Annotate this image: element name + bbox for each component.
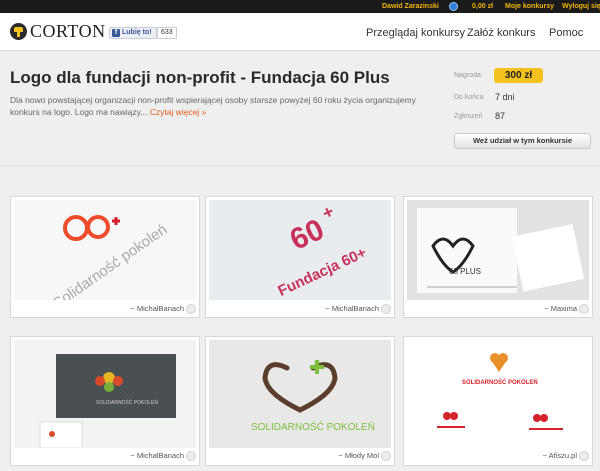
entry-author[interactable]: ~ Maxima (544, 304, 577, 314)
heart-icon[interactable] (579, 451, 589, 461)
entry-thumbnail[interactable]: 60 PLUS (407, 200, 589, 300)
entries-grid: Solidarność pokoleń ~ MichalBanach 60 + … (0, 165, 600, 471)
heart-icon[interactable] (186, 451, 196, 461)
balance-link[interactable]: 0,00 zł (472, 1, 493, 12)
entry-author[interactable]: ~ Afiszu.pl (543, 451, 577, 461)
entry-card[interactable]: Solidarność pokoleń ~ MichalBanach (10, 196, 200, 318)
heart-icon[interactable] (186, 304, 196, 314)
entry-card[interactable]: SOLIDARNOŚĆ POKOLEŃ ~ MichalBanach (10, 336, 200, 466)
logo-icon[interactable] (10, 23, 27, 40)
entry-thumbnail[interactable]: 60 + Fundacja 60+ (209, 200, 391, 300)
entry-thumbnail[interactable]: SOLIDARNOŚĆ POKOLEŃ (407, 340, 589, 448)
prize-label: Nagroda (454, 72, 481, 79)
logout-link[interactable]: Wyloguj się (562, 1, 600, 12)
heart-icon[interactable] (381, 304, 391, 314)
entry-thumbnail[interactable]: SOLIDARNOŚĆ POKOLEŃ (209, 340, 391, 448)
entry-card[interactable]: 60 PLUS ~ Maxima (403, 196, 593, 318)
contest-title: Logo dla fundacji non-profit - Fundacja … (10, 68, 390, 87)
entry-design-text: 60 PLUS (449, 267, 481, 276)
contest-description: Dla nowo powstającej organizacji non-pro… (10, 94, 440, 118)
contest-description-text: Dla nowo powstającej organizacji non-pro… (10, 95, 416, 117)
entry-card[interactable]: SOLIDARNOŚĆ POKOLEŃ ~ Afiszu.pl (403, 336, 593, 466)
time-left-label: Do końca (454, 94, 484, 101)
entry-author[interactable]: ~ MichalBanach (325, 304, 379, 314)
heart-icon[interactable] (381, 451, 391, 461)
time-left-value: 7 dni (495, 92, 515, 102)
heart-icon[interactable] (579, 304, 589, 314)
site-header: CORTON Lubię to! 633 Przeglądaj konkursy… (0, 13, 600, 51)
top-bar: Dawid Zarazinski 0,00 zł Moje konkursy W… (0, 0, 600, 13)
nav-help[interactable]: Pomoc (549, 26, 583, 40)
facebook-like-count: 633 (157, 27, 177, 39)
facebook-like-button[interactable]: Lubię to! (109, 27, 157, 39)
my-contests-link[interactable]: Moje konkursy (505, 1, 554, 12)
entry-author[interactable]: ~ MichalBanach (130, 304, 184, 314)
user-name-link[interactable]: Dawid Zarazinski (382, 1, 439, 12)
logo-text[interactable]: CORTON (30, 21, 106, 41)
entry-thumbnail[interactable]: Solidarność pokoleń (14, 200, 196, 300)
entry-card[interactable]: SOLIDARNOŚĆ POKOLEŃ ~ Młody Mol (205, 336, 395, 466)
entries-value: 87 (495, 111, 506, 121)
entry-card[interactable]: 60 + Fundacja 60+ ~ MichalBanach (205, 196, 395, 318)
entry-thumbnail[interactable]: SOLIDARNOŚĆ POKOLEŃ (14, 340, 196, 448)
entry-author[interactable]: ~ MichalBanach (130, 451, 184, 461)
globe-icon[interactable] (449, 2, 458, 11)
entries-label: Zgłoszeń (454, 113, 483, 120)
entry-design-text: SOLIDARNOŚĆ POKOLEŃ (96, 398, 158, 406)
entry-design-text: SOLIDARNOŚĆ POKOLEŃ (251, 420, 375, 433)
nav-browse-contests[interactable]: Przeglądaj konkursy (366, 26, 465, 40)
entry-design-text: SOLIDARNOŚĆ POKOLEŃ (462, 378, 538, 386)
join-contest-button[interactable]: Weź udział w tym konkursie (454, 133, 591, 149)
prize-badge: 300 zł (494, 68, 543, 83)
entry-author[interactable]: ~ Młody Mol (338, 451, 379, 461)
nav-create-contest[interactable]: Załóż konkurs (467, 26, 535, 40)
read-more-link[interactable]: Czytaj więcej » (150, 107, 207, 117)
